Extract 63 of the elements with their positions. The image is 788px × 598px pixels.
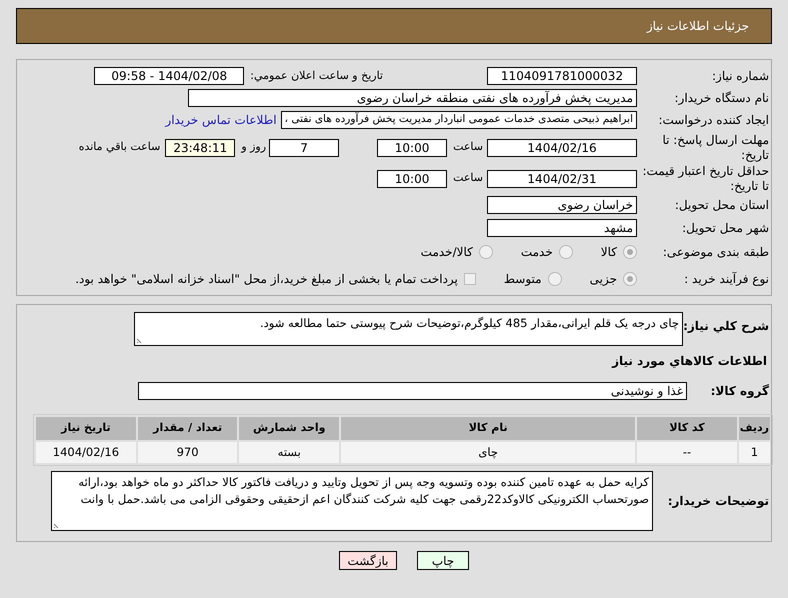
option-label: خدمت: [520, 244, 553, 261]
column-header: نام کالا: [341, 417, 636, 440]
checkbox[interactable]: [464, 273, 476, 285]
field-label: شرح کلي نياز:: [683, 318, 769, 334]
buyer-notes-textarea[interactable]: کرایه حمل به عهده تامین کننده بوده وتسویه وجه پس از تحویل وتایید و دریافت فاکتور کالا حداکثر دو ماه خواهد بود،ارائه صورتحساب الکترونیکی کالاوکد22رقمی جهت کلیه شرکت کنندگان اعم ازحقیقی وحقوقی الزامی می باشد.حمل با وانت: [51, 471, 653, 531]
time-label: ساعت: [453, 139, 483, 156]
option-label: متوسط: [504, 271, 542, 288]
column-header: تعداد / مقدار: [138, 417, 238, 440]
time-field: 10:00: [377, 138, 448, 156]
column-header: ردیف: [738, 417, 770, 440]
time-label: ساعت: [453, 170, 483, 186]
radio-button[interactable]: [623, 272, 637, 286]
requester-field: ابراهیم ذبیحی متصدی خدمات عمومی انباردار مدیریت پخش فرآورده های نفتی ،: [280, 111, 637, 129]
goods-group-field: غذا و نوشیدنی: [138, 382, 687, 400]
description-textarea[interactable]: چای درجه یک قلم ایرانی،مقدار 485 کیلوگرم،توضیحات شرح پیوستی حتما مطالعه شود.: [134, 312, 683, 346]
field-label: استان محل تحویل:: [674, 198, 769, 212]
column-header: کد کالا: [637, 417, 737, 440]
radio-button[interactable]: [623, 245, 637, 259]
resize-grip-icon[interactable]: [136, 336, 144, 344]
days-label: روز و: [241, 139, 266, 156]
field-label: طبقه بندی موضوعی:: [662, 244, 769, 260]
resize-grip-icon[interactable]: [53, 521, 61, 529]
radio-button[interactable]: [478, 245, 493, 259]
payment-option-label: پرداخت تمام یا بخشی از مبلغ خرید،از محل "اسناد خزانه اسلامی" خواهد بود.: [75, 271, 458, 288]
column-header: تاریخ نیاز: [36, 417, 136, 440]
announce-date-field: 1404/02/08 - 09:58: [94, 67, 244, 85]
date-field: 1404/02/16: [487, 138, 637, 156]
table-cell: 1404/02/16: [36, 442, 136, 463]
field-label: شماره نیاز:: [711, 68, 769, 84]
remaining-time-field: 23:48:11: [165, 138, 236, 156]
option-label: کالا: [600, 244, 617, 261]
field-label: گروه کالا:: [710, 384, 769, 398]
contact-link[interactable]: اطلاعات تماس خریدار: [165, 111, 277, 129]
time-field: 10:00: [377, 170, 448, 188]
field-label: شهر محل تحویل:: [681, 220, 769, 236]
radio-button[interactable]: [558, 245, 573, 259]
back-button[interactable]: بازگشت: [339, 551, 397, 570]
table-cell: بسته: [239, 442, 340, 463]
remaining-label: ساعت باقي مانده: [78, 139, 160, 156]
header-title: جزئیات اطلاعات نیاز: [646, 18, 749, 35]
buyer-org-field: مدیریت پخش فرآورده های نفتی منطقه خراسان رضوی: [188, 89, 637, 107]
table-cell: --: [637, 442, 737, 463]
field-label: مهلت ارسال پاسخ: تا تاریخ:: [661, 132, 769, 162]
days-field: 7: [269, 138, 340, 156]
radio-button[interactable]: [548, 272, 562, 286]
column-header: واحد شمارش: [239, 417, 340, 440]
field-label: توضیحات خریدار:: [666, 494, 769, 508]
city-field: مشهد: [487, 219, 637, 237]
need-number-field: 1104091781000032: [487, 67, 637, 85]
option-label: جزیی: [590, 271, 617, 288]
field-label: حداقل تاریخ اعتبار قیمت: تا تاریخ:: [641, 164, 769, 194]
province-field: خراسان رضوی: [487, 196, 637, 214]
option-label: کالا/خدمت: [420, 244, 473, 261]
field-label: نام دستگاه خریدار:: [674, 90, 769, 106]
table-cell: 970: [138, 442, 238, 463]
section-title: اطلاعات کالاهاي مورد نياز: [612, 353, 767, 370]
table-cell: 1: [738, 442, 770, 463]
table-cell: چای: [341, 442, 636, 463]
field-label: ایجاد کننده درخواست:: [657, 112, 769, 128]
field-label: تاریخ و ساعت اعلان عمومي:: [250, 68, 383, 84]
field-label: نوع فرآیند خرید :: [683, 272, 769, 286]
print-button[interactable]: چاپ: [417, 551, 469, 570]
date-field: 1404/02/31: [487, 170, 637, 188]
